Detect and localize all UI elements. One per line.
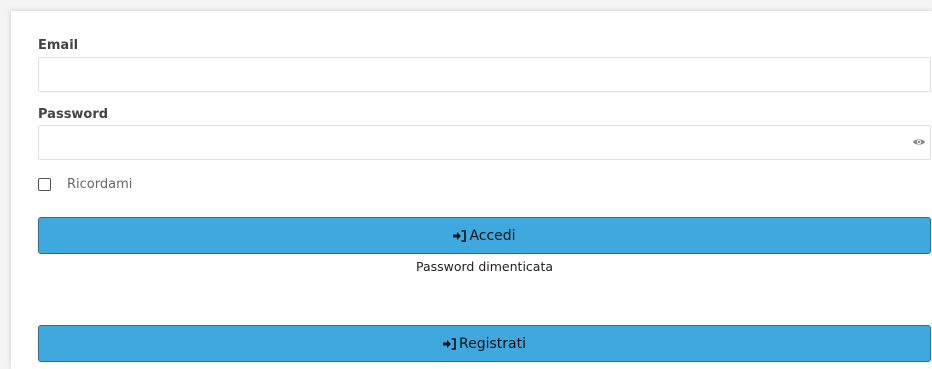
page: Email Password Ricordami Accedi Password… [0, 0, 932, 369]
email-label: Email [38, 38, 79, 53]
eye-icon[interactable] [912, 135, 926, 149]
register-button[interactable]: Registrati [38, 325, 931, 362]
remember-checkbox[interactable] [38, 178, 51, 191]
register-button-label: Registrati [459, 335, 526, 352]
forgot-password-link[interactable]: Password dimenticata [38, 259, 931, 274]
password-label: Password [38, 107, 109, 122]
login-button[interactable]: Accedi [38, 217, 931, 254]
email-field[interactable] [38, 57, 931, 92]
remember-label: Ricordami [67, 177, 133, 192]
sign-in-icon [443, 337, 456, 350]
password-field[interactable] [38, 125, 931, 160]
sign-in-icon [453, 229, 467, 242]
login-button-label: Accedi [469, 227, 516, 244]
